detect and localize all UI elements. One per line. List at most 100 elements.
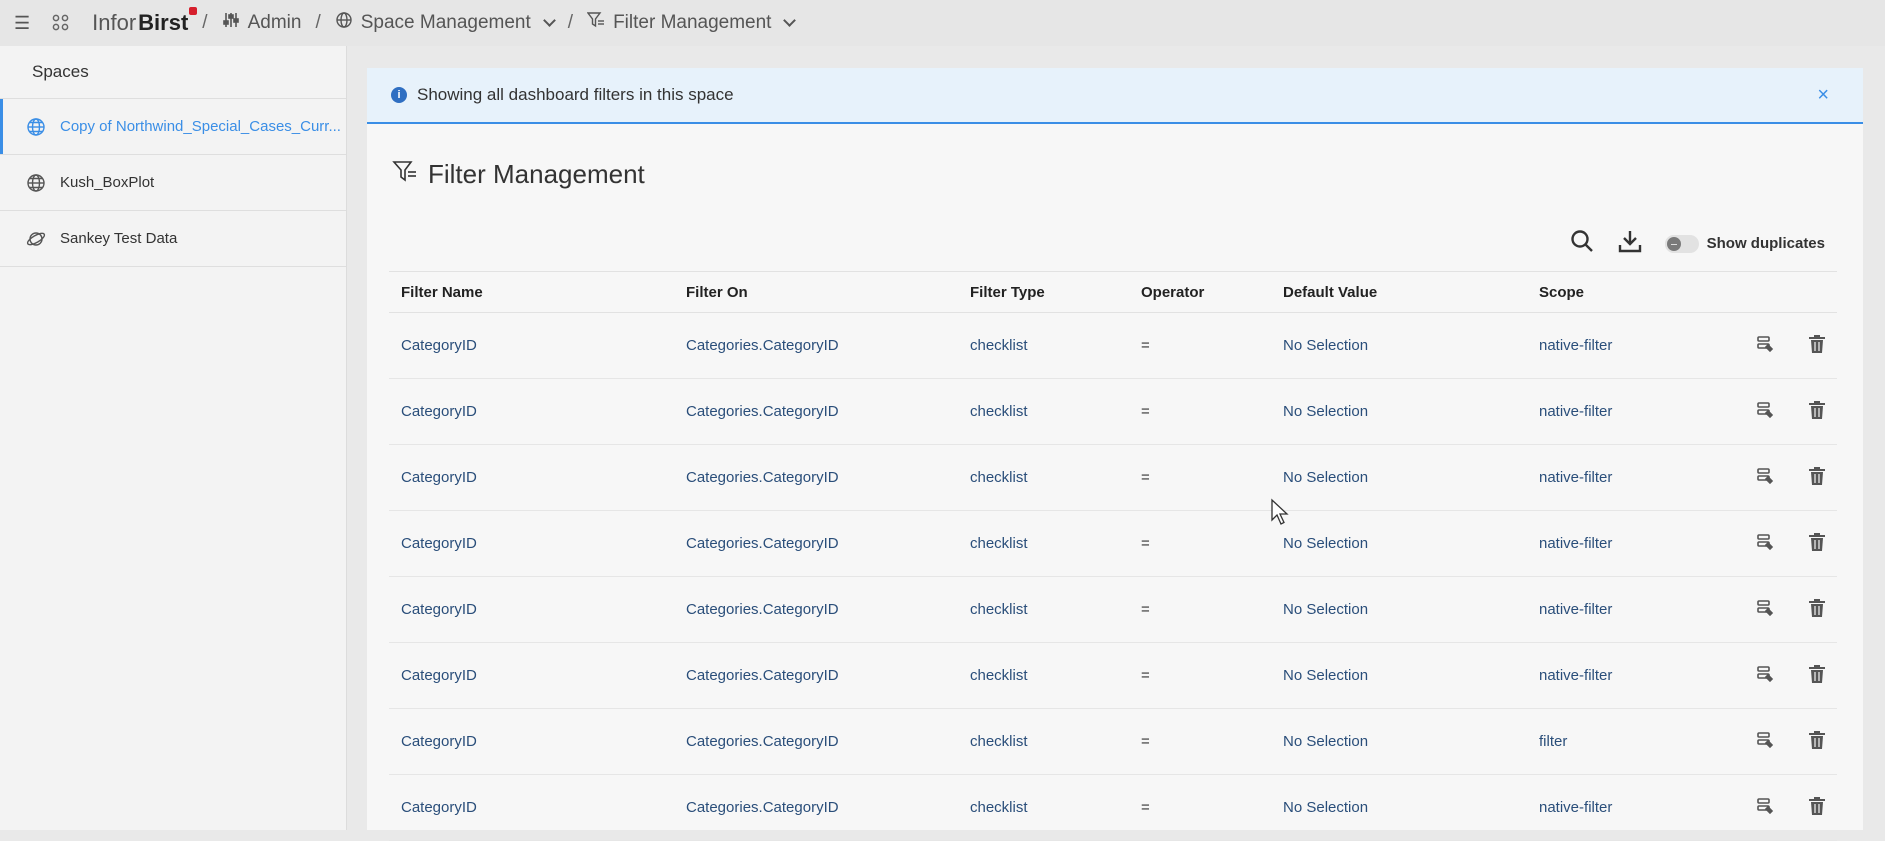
cell-filter-name: CategoryID [401,469,477,486]
more-icon: .. [1775,810,1785,820]
delete-button[interactable]: .. [1808,532,1837,556]
more-icon: .. [1775,744,1785,754]
column-header-operator[interactable]: Operator [1129,284,1271,301]
info-icon: i [391,87,407,103]
mouse-cursor [1270,498,1290,531]
cell-default-value: No Selection [1283,403,1369,420]
sidebar-item-label: Sankey Test Data [60,230,178,247]
planet-icon [26,229,46,249]
edit-filter-button[interactable]: .. [1756,335,1785,358]
cell-filter-type: checklist [970,337,1028,354]
column-header-filter-name[interactable]: Filter Name [389,284,674,301]
breadcrumb-space-management-label: Space Management [360,12,531,33]
filter-list-icon [586,11,605,35]
table-row[interactable]: CategoryID Categories.CategoryID checklist… [389,577,1837,643]
column-header-scope[interactable]: Scope [1527,284,1727,301]
table-row[interactable]: CategoryID Categories.CategoryID checklist… [389,379,1837,445]
table-row[interactable]: CategoryID Categories.CategoryID checklist… [389,775,1837,841]
row-actions: .... [1727,598,1837,622]
close-icon[interactable]: × [1817,84,1829,107]
main-panel: i Showing all dashboard filters in this … [367,68,1863,841]
brand-logo[interactable]: Infor Birst [92,7,198,36]
search-icon[interactable] [1569,228,1595,259]
toggle-track[interactable] [1664,234,1699,253]
more-icon: .. [1828,481,1837,490]
breadcrumb-space-management[interactable]: Space Management [335,11,556,35]
edit-filter-button[interactable]: .. [1756,467,1785,490]
table-row[interactable]: CategoryID Categories.CategoryID checklist… [389,313,1837,379]
cell-scope: native-filter [1539,403,1613,420]
breadcrumb-admin[interactable]: Admin [222,11,302,35]
row-actions: .... [1727,730,1837,754]
cell-filter-name: CategoryID [401,799,477,816]
globe-icon [26,173,46,193]
show-duplicates-label: Show duplicates [1706,235,1825,252]
breadcrumb-filter-management[interactable]: Filter Management [586,11,797,35]
table-row[interactable]: CategoryID Categories.CategoryID checklist… [389,511,1837,577]
cell-filter-name: CategoryID [401,667,477,684]
show-duplicates-toggle[interactable]: Show duplicates [1664,234,1825,253]
sidebar-item-label: Kush_BoxPlot [60,174,155,191]
table-row[interactable]: CategoryID Categories.CategoryID checklist… [389,643,1837,709]
cell-filter-on: Categories.CategoryID [686,535,839,552]
more-icon: .. [1775,612,1785,622]
cell-operator: = [1141,799,1150,816]
delete-icon [1808,730,1826,754]
sidebar-item-sankey[interactable]: Sankey Test Data [0,211,346,267]
edit-filter-button[interactable]: .. [1756,731,1785,754]
more-icon: .. [1775,348,1785,358]
edit-filter-button[interactable]: .. [1756,401,1785,424]
breadcrumb-separator: / [202,12,208,33]
delete-button[interactable]: .. [1808,466,1837,490]
delete-icon [1808,664,1826,688]
table-row[interactable]: CategoryID Categories.CategoryID checklist… [389,709,1837,775]
sliders-icon [222,11,240,35]
edit-filter-button[interactable]: .. [1756,665,1785,688]
apps-grid-icon[interactable] [52,14,70,32]
more-icon: .. [1775,546,1785,556]
sidebar-item-northwind[interactable]: Copy of Northwind_Special_Cases_Curr... [0,99,346,155]
more-icon: .. [1775,678,1785,688]
info-banner: i Showing all dashboard filters in this … [367,68,1863,124]
delete-button[interactable]: .. [1808,796,1837,820]
edit-filter-icon [1756,467,1774,489]
delete-button[interactable]: .. [1808,400,1837,424]
cell-filter-name: CategoryID [401,733,477,750]
table-row[interactable]: CategoryID Categories.CategoryID checklist… [389,445,1837,511]
cell-scope: filter [1539,733,1568,750]
edit-filter-icon [1756,335,1774,357]
cell-operator: = [1141,667,1150,684]
row-actions: .... [1727,466,1837,490]
edit-filter-button[interactable]: .. [1756,533,1785,556]
column-header-filter-type[interactable]: Filter Type [958,284,1129,301]
info-banner-text: Showing all dashboard filters in this sp… [417,85,734,104]
cell-filter-type: checklist [970,733,1028,750]
column-header-default-value[interactable]: Default Value [1271,284,1527,301]
cell-scope: native-filter [1539,535,1613,552]
delete-button[interactable]: .. [1808,664,1837,688]
hamburger-icon[interactable]: ☰ [14,13,30,34]
more-icon: .. [1828,415,1837,424]
more-icon: .. [1828,613,1837,622]
delete-button[interactable]: .. [1808,598,1837,622]
cell-filter-name: CategoryID [401,535,477,552]
edit-filter-button[interactable]: .. [1756,797,1785,820]
cell-filter-on: Categories.CategoryID [686,337,839,354]
cell-filter-name: CategoryID [401,403,477,420]
filter-list-icon [392,158,418,191]
cell-filter-on: Categories.CategoryID [686,733,839,750]
sidebar-item-kush-boxplot[interactable]: Kush_BoxPlot [0,155,346,211]
breadcrumb-admin-label: Admin [247,12,302,33]
more-icon: .. [1775,414,1785,424]
delete-icon [1808,400,1826,424]
breadcrumb-separator: / [567,12,574,33]
top-bar: ☰ Infor Birst / Admin / Space Management… [0,0,1885,46]
breadcrumb-filter-management-label: Filter Management [613,12,772,33]
column-header-filter-on[interactable]: Filter On [674,284,958,301]
cell-filter-on: Categories.CategoryID [686,601,839,618]
delete-button[interactable]: .. [1808,730,1837,754]
download-icon[interactable] [1617,228,1643,259]
cell-scope: native-filter [1539,667,1613,684]
edit-filter-button[interactable]: .. [1756,599,1785,622]
delete-button[interactable]: .. [1808,334,1837,358]
